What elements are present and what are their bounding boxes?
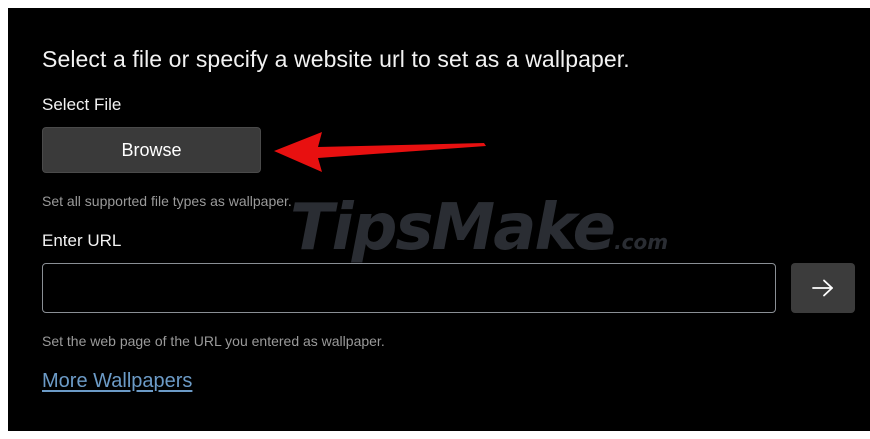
more-wallpapers-link[interactable]: More Wallpapers bbox=[42, 370, 192, 393]
dialog-heading: Select a file or specify a website url t… bbox=[42, 46, 630, 72]
browse-button[interactable]: Browse bbox=[42, 127, 261, 173]
url-input[interactable] bbox=[42, 263, 776, 313]
watermark-logo: TipsMake.com bbox=[290, 191, 668, 265]
wallpaper-dialog: Select a file or specify a website url t… bbox=[8, 8, 870, 431]
file-hint: Set all supported file types as wallpape… bbox=[42, 193, 292, 209]
enter-url-label: Enter URL bbox=[42, 231, 122, 250]
watermark-brand: TipsMake bbox=[290, 191, 616, 265]
red-pointer-arrow-icon bbox=[274, 132, 486, 172]
arrow-right-icon bbox=[812, 279, 833, 297]
url-hint: Set the web page of the URL you entered … bbox=[42, 333, 385, 349]
submit-url-button[interactable] bbox=[791, 263, 855, 313]
select-file-label: Select File bbox=[42, 95, 122, 114]
watermark-suffix: .com bbox=[614, 230, 669, 254]
